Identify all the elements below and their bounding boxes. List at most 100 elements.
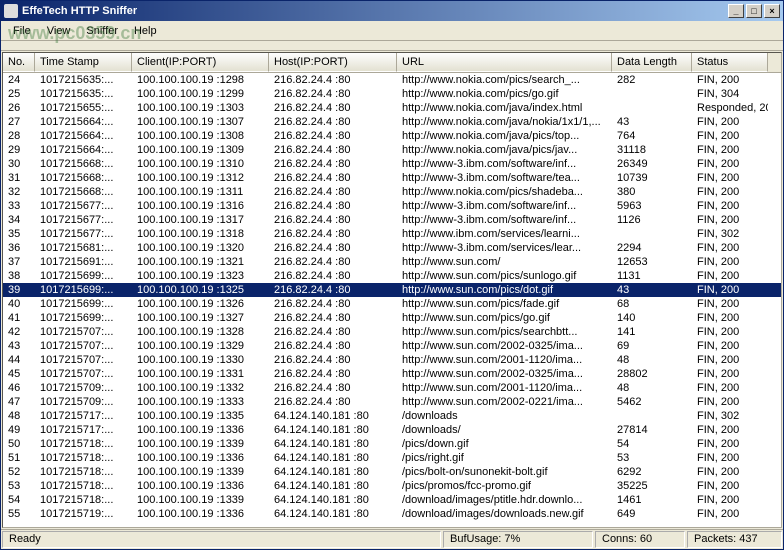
- cell-host: 64.124.140.181 :80: [269, 494, 397, 506]
- grid-header: No. Time Stamp Client(IP:PORT) Host(IP:P…: [3, 53, 781, 73]
- cell-no: 52: [3, 466, 35, 478]
- cell-no: 32: [3, 186, 35, 198]
- cell-len: 1461: [612, 494, 692, 506]
- table-row[interactable]: 311017215668:...100.100.100.19 :1312216.…: [3, 171, 781, 185]
- col-timestamp[interactable]: Time Stamp: [35, 53, 132, 72]
- cell-len: 380: [612, 186, 692, 198]
- cell-host: 216.82.24.4 :80: [269, 172, 397, 184]
- cell-ts: 1017215635:...: [35, 88, 132, 100]
- table-row[interactable]: 361017215681:...100.100.100.19 :1320216.…: [3, 241, 781, 255]
- cell-len: 53: [612, 452, 692, 464]
- cell-ts: 1017215717:...: [35, 424, 132, 436]
- table-row[interactable]: 291017215664:...100.100.100.19 :1309216.…: [3, 143, 781, 157]
- table-row[interactable]: 331017215677:...100.100.100.19 :1316216.…: [3, 199, 781, 213]
- cell-ts: 1017215668:...: [35, 158, 132, 170]
- cell-client: 100.100.100.19 :1312: [132, 172, 269, 184]
- table-row[interactable]: 541017215718:...100.100.100.19 :133964.1…: [3, 493, 781, 507]
- cell-host: 64.124.140.181 :80: [269, 452, 397, 464]
- grid-body[interactable]: 241017215635:...100.100.100.19 :1298216.…: [3, 73, 781, 527]
- table-row[interactable]: 271017215664:...100.100.100.19 :1307216.…: [3, 115, 781, 129]
- cell-status: FIN, 200: [692, 200, 768, 212]
- cell-len: 12653: [612, 256, 692, 268]
- table-row[interactable]: 241017215635:...100.100.100.19 :1298216.…: [3, 73, 781, 87]
- cell-ts: 1017215691:...: [35, 256, 132, 268]
- menu-sniffer[interactable]: Sniffer: [78, 23, 126, 39]
- cell-url: http://www.sun.com/2001-1120/ima...: [397, 354, 612, 366]
- table-row[interactable]: 251017215635:...100.100.100.19 :1299216.…: [3, 87, 781, 101]
- cell-url: http://www-3.ibm.com/services/lear...: [397, 242, 612, 254]
- table-row[interactable]: 481017215717:...100.100.100.19 :133564.1…: [3, 409, 781, 423]
- cell-len: 10739: [612, 172, 692, 184]
- cell-client: 100.100.100.19 :1332: [132, 382, 269, 394]
- col-url[interactable]: URL: [397, 53, 612, 72]
- cell-len: 27814: [612, 424, 692, 436]
- cell-host: 216.82.24.4 :80: [269, 130, 397, 142]
- col-client[interactable]: Client(IP:PORT): [132, 53, 269, 72]
- maximize-button[interactable]: □: [746, 4, 762, 18]
- col-status[interactable]: Status: [692, 53, 768, 72]
- cell-host: 216.82.24.4 :80: [269, 144, 397, 156]
- table-row[interactable]: 461017215709:...100.100.100.19 :1332216.…: [3, 381, 781, 395]
- cell-url: http://www.nokia.com/java/pics/jav...: [397, 144, 612, 156]
- table-row[interactable]: 501017215718:...100.100.100.19 :133964.1…: [3, 437, 781, 451]
- cell-len: 5462: [612, 396, 692, 408]
- cell-url: http://www.nokia.com/pics/go.gif: [397, 88, 612, 100]
- cell-ts: 1017215707:...: [35, 354, 132, 366]
- cell-ts: 1017215719:...: [35, 508, 132, 520]
- cell-len: 48: [612, 354, 692, 366]
- table-row[interactable]: 491017215717:...100.100.100.19 :133664.1…: [3, 423, 781, 437]
- close-button[interactable]: ×: [764, 4, 780, 18]
- cell-host: 216.82.24.4 :80: [269, 382, 397, 394]
- col-no[interactable]: No.: [3, 53, 35, 72]
- cell-ts: 1017215635:...: [35, 74, 132, 86]
- table-row[interactable]: 401017215699:...100.100.100.19 :1326216.…: [3, 297, 781, 311]
- table-row[interactable]: 451017215707:...100.100.100.19 :1331216.…: [3, 367, 781, 381]
- cell-ts: 1017215699:...: [35, 270, 132, 282]
- table-row[interactable]: 321017215668:...100.100.100.19 :1311216.…: [3, 185, 781, 199]
- cell-client: 100.100.100.19 :1307: [132, 116, 269, 128]
- table-row[interactable]: 521017215718:...100.100.100.19 :133964.1…: [3, 465, 781, 479]
- toolbar: [1, 41, 783, 51]
- minimize-button[interactable]: _: [728, 4, 744, 18]
- col-data-length[interactable]: Data Length: [612, 53, 692, 72]
- cell-ts: 1017215717:...: [35, 410, 132, 422]
- table-row[interactable]: 531017215718:...100.100.100.19 :133664.1…: [3, 479, 781, 493]
- table-row[interactable]: 421017215707:...100.100.100.19 :1328216.…: [3, 325, 781, 339]
- cell-len: 35225: [612, 480, 692, 492]
- table-row[interactable]: 391017215699:...100.100.100.19 :1325216.…: [3, 283, 781, 297]
- table-row[interactable]: 341017215677:...100.100.100.19 :1317216.…: [3, 213, 781, 227]
- cell-host: 216.82.24.4 :80: [269, 116, 397, 128]
- table-row[interactable]: 431017215707:...100.100.100.19 :1329216.…: [3, 339, 781, 353]
- table-row[interactable]: 281017215664:...100.100.100.19 :1308216.…: [3, 129, 781, 143]
- table-row[interactable]: 301017215668:...100.100.100.19 :1310216.…: [3, 157, 781, 171]
- cell-url: /pics/right.gif: [397, 452, 612, 464]
- col-host[interactable]: Host(IP:PORT): [269, 53, 397, 72]
- table-row[interactable]: 371017215691:...100.100.100.19 :1321216.…: [3, 255, 781, 269]
- table-row[interactable]: 511017215718:...100.100.100.19 :133664.1…: [3, 451, 781, 465]
- cell-status: FIN, 200: [692, 256, 768, 268]
- cell-no: 29: [3, 144, 35, 156]
- table-row[interactable]: 471017215709:...100.100.100.19 :1333216.…: [3, 395, 781, 409]
- cell-len: 43: [612, 284, 692, 296]
- cell-no: 27: [3, 116, 35, 128]
- cell-host: 64.124.140.181 :80: [269, 480, 397, 492]
- menu-help[interactable]: Help: [126, 23, 165, 39]
- window-title: EffeTech HTTP Sniffer: [22, 5, 728, 17]
- table-row[interactable]: 381017215699:...100.100.100.19 :1323216.…: [3, 269, 781, 283]
- menu-file[interactable]: File: [5, 23, 39, 39]
- table-row[interactable]: 441017215707:...100.100.100.19 :1330216.…: [3, 353, 781, 367]
- cell-status: FIN, 200: [692, 340, 768, 352]
- table-row[interactable]: 411017215699:...100.100.100.19 :1327216.…: [3, 311, 781, 325]
- cell-no: 44: [3, 354, 35, 366]
- table-row[interactable]: 261017215655:...100.100.100.19 :1303216.…: [3, 101, 781, 115]
- cell-no: 33: [3, 200, 35, 212]
- status-conns: Conns: 60: [595, 531, 685, 548]
- cell-status: FIN, 200: [692, 116, 768, 128]
- cell-client: 100.100.100.19 :1298: [132, 74, 269, 86]
- table-row[interactable]: 551017215719:...100.100.100.19 :133664.1…: [3, 507, 781, 521]
- cell-status: FIN, 200: [692, 396, 768, 408]
- table-row[interactable]: 351017215677:...100.100.100.19 :1318216.…: [3, 227, 781, 241]
- menu-view[interactable]: View: [39, 23, 79, 39]
- cell-host: 216.82.24.4 :80: [269, 284, 397, 296]
- cell-url: http://www.sun.com/: [397, 256, 612, 268]
